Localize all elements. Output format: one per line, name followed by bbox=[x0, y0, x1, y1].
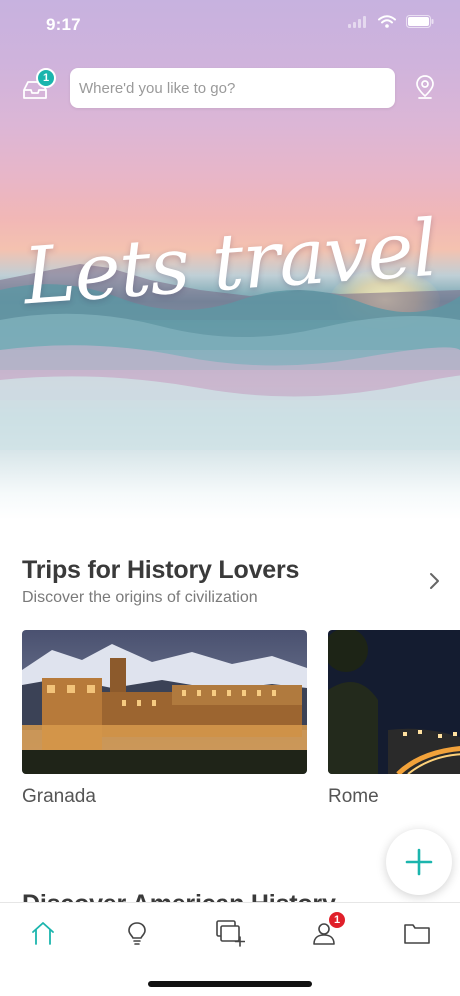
location-button[interactable] bbox=[414, 74, 440, 102]
card-title: Rome bbox=[328, 786, 379, 807]
trip-card-rome[interactable]: Rome bbox=[328, 630, 460, 808]
hero-banner: 9:17 1 Where'd you like to go? Lets trav… bbox=[0, 0, 460, 520]
tab-create-trip[interactable] bbox=[214, 917, 246, 949]
home-icon bbox=[32, 922, 54, 945]
search-field[interactable] bbox=[70, 68, 395, 108]
add-button[interactable] bbox=[386, 829, 452, 895]
section-subtitle: Discover the origins of civilization bbox=[22, 589, 258, 606]
tab-folders[interactable] bbox=[401, 917, 433, 949]
profile-badge: 1 bbox=[328, 911, 346, 929]
inbox-badge: 1 bbox=[36, 68, 56, 88]
status-icons bbox=[348, 15, 434, 28]
chevron-right-icon[interactable] bbox=[428, 570, 442, 592]
tab-home[interactable] bbox=[27, 917, 59, 949]
home-indicator bbox=[148, 981, 312, 987]
status-time: 9:17 bbox=[46, 15, 81, 34]
section-title: Trips for History Lovers bbox=[22, 556, 300, 584]
rome-photo bbox=[328, 630, 460, 774]
lightbulb-icon bbox=[128, 922, 146, 945]
granada-photo bbox=[22, 630, 307, 774]
location-pin-icon bbox=[416, 75, 434, 99]
card-title: Granada bbox=[22, 786, 96, 807]
battery-icon bbox=[406, 15, 434, 28]
plus-icon bbox=[405, 848, 433, 876]
wifi-icon bbox=[378, 15, 396, 28]
tab-ideas[interactable] bbox=[121, 917, 153, 949]
header-row: 1 bbox=[0, 66, 460, 110]
search-input[interactable] bbox=[70, 68, 395, 108]
status-bar: 9:17 bbox=[0, 0, 460, 50]
trip-card-granada[interactable]: Granada bbox=[22, 630, 307, 808]
tab-profile[interactable]: 1 bbox=[308, 911, 346, 949]
add-photos-icon bbox=[216, 920, 245, 947]
inbox-button[interactable]: 1 bbox=[20, 68, 56, 102]
section-header-history[interactable]: Trips for History Lovers Discover the or… bbox=[22, 556, 442, 606]
folder-icon bbox=[404, 924, 430, 944]
signal-icon bbox=[348, 15, 366, 28]
